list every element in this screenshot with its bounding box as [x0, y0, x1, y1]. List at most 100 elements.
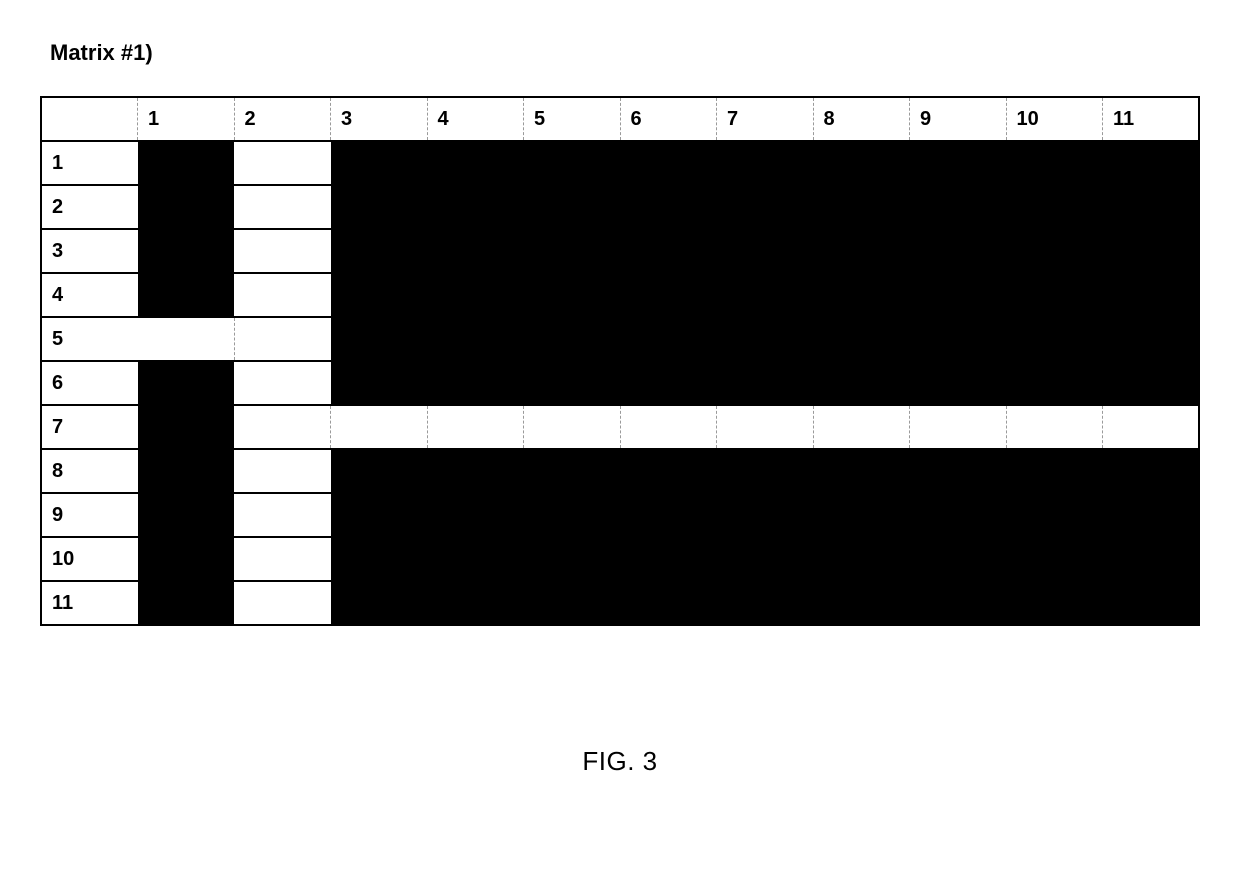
table-row: 5 — [41, 317, 1199, 361]
matrix-cell — [813, 141, 910, 185]
row-header: 5 — [41, 317, 138, 361]
matrix-cell — [331, 185, 428, 229]
matrix-cell — [910, 185, 1007, 229]
col-header: 1 — [138, 97, 235, 141]
matrix-cell — [427, 361, 524, 405]
matrix-cell — [1103, 273, 1200, 317]
matrix-cell — [717, 185, 814, 229]
matrix-cell — [1103, 317, 1200, 361]
matrix-cell — [524, 581, 621, 625]
matrix-cell — [524, 449, 621, 493]
table-row: 4 — [41, 273, 1199, 317]
matrix-cell — [331, 141, 428, 185]
col-header: 10 — [1006, 97, 1103, 141]
matrix-cell — [138, 229, 235, 273]
col-header: 4 — [427, 97, 524, 141]
matrix-cell — [427, 537, 524, 581]
matrix-cell — [1103, 141, 1200, 185]
col-header: 11 — [1103, 97, 1200, 141]
matrix-cell — [813, 537, 910, 581]
matrix-cell — [620, 537, 717, 581]
matrix-cell — [620, 141, 717, 185]
matrix-cell — [427, 405, 524, 449]
matrix-cell — [138, 449, 235, 493]
matrix-cell — [813, 581, 910, 625]
table-row: 3 — [41, 229, 1199, 273]
matrix-cell — [234, 185, 331, 229]
row-header: 2 — [41, 185, 138, 229]
matrix-table: 1234567891011 1234567891011 — [40, 96, 1200, 626]
matrix-cell — [1006, 141, 1103, 185]
matrix-cell — [620, 361, 717, 405]
matrix-cell — [427, 317, 524, 361]
matrix-cell — [1006, 493, 1103, 537]
matrix-cell — [910, 405, 1007, 449]
matrix-cell — [910, 449, 1007, 493]
matrix-cell — [1103, 229, 1200, 273]
table-row: 6 — [41, 361, 1199, 405]
matrix-cell — [717, 493, 814, 537]
corner-cell — [41, 97, 138, 141]
matrix-cell — [234, 405, 331, 449]
matrix-cell — [331, 273, 428, 317]
header-row: 1234567891011 — [41, 97, 1199, 141]
col-header: 3 — [331, 97, 428, 141]
table-row: 10 — [41, 537, 1199, 581]
matrix-cell — [331, 449, 428, 493]
matrix-cell — [234, 273, 331, 317]
matrix-cell — [1103, 185, 1200, 229]
matrix-cell — [524, 493, 621, 537]
page-title: Matrix #1) — [50, 40, 1210, 66]
matrix-cell — [427, 449, 524, 493]
row-header: 11 — [41, 581, 138, 625]
matrix-cell — [717, 229, 814, 273]
matrix-cell — [138, 581, 235, 625]
matrix-cell — [717, 581, 814, 625]
matrix-cell — [813, 493, 910, 537]
matrix-cell — [717, 361, 814, 405]
matrix-cell — [524, 405, 621, 449]
table-row: 11 — [41, 581, 1199, 625]
table-row: 2 — [41, 185, 1199, 229]
matrix-cell — [1103, 493, 1200, 537]
matrix-cell — [427, 273, 524, 317]
matrix-cell — [620, 273, 717, 317]
col-header: 5 — [524, 97, 621, 141]
matrix-cell — [427, 185, 524, 229]
row-header: 4 — [41, 273, 138, 317]
matrix-cell — [1006, 273, 1103, 317]
table-row: 8 — [41, 449, 1199, 493]
matrix-cell — [138, 273, 235, 317]
matrix-cell — [620, 317, 717, 361]
matrix-cell — [138, 537, 235, 581]
matrix-cell — [1006, 405, 1103, 449]
matrix-cell — [910, 537, 1007, 581]
matrix-cell — [138, 317, 235, 361]
col-header: 9 — [910, 97, 1007, 141]
matrix-cell — [717, 141, 814, 185]
matrix-cell — [1006, 317, 1103, 361]
matrix-cell — [234, 493, 331, 537]
matrix-cell — [813, 361, 910, 405]
matrix-cell — [1006, 229, 1103, 273]
matrix-cell — [234, 317, 331, 361]
matrix-cell — [813, 405, 910, 449]
matrix-cell — [1006, 581, 1103, 625]
matrix-cell — [1103, 405, 1200, 449]
matrix-cell — [524, 229, 621, 273]
matrix-cell — [620, 449, 717, 493]
matrix-cell — [813, 273, 910, 317]
matrix-cell — [331, 229, 428, 273]
matrix-cell — [1103, 581, 1200, 625]
matrix-cell — [427, 229, 524, 273]
col-header: 8 — [813, 97, 910, 141]
matrix-cell — [331, 317, 428, 361]
matrix-cell — [138, 141, 235, 185]
matrix-cell — [524, 141, 621, 185]
matrix-cell — [910, 581, 1007, 625]
matrix-cell — [331, 493, 428, 537]
matrix-cell — [910, 317, 1007, 361]
matrix-cell — [620, 581, 717, 625]
matrix-cell — [910, 273, 1007, 317]
matrix-cell — [427, 581, 524, 625]
